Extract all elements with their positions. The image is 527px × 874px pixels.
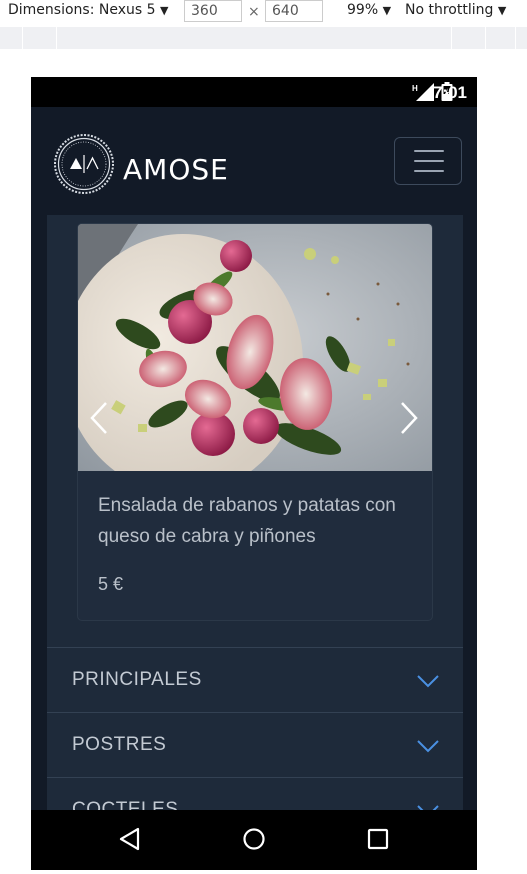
chevron-down-icon xyxy=(417,740,439,753)
chevron-right-icon xyxy=(401,402,418,434)
featured-dish-card[interactable]: Ensalada de rabanos y patatas con queso … xyxy=(77,223,433,621)
app-header: AMOSE xyxy=(31,107,477,217)
ruler-tick xyxy=(451,27,452,49)
height-input[interactable]: 640 xyxy=(265,0,323,22)
section-label: COCTELES xyxy=(72,799,179,810)
android-nav-bar xyxy=(31,810,477,870)
menu-sections: PRINCIPALES POSTRES COCTELES xyxy=(47,647,463,810)
ruler-tick xyxy=(22,27,23,49)
throttle-select[interactable]: No throttling ▼ xyxy=(405,2,506,18)
signal-icon: H xyxy=(412,83,434,101)
ruler-tick xyxy=(515,27,516,49)
hamburger-menu-button[interactable] xyxy=(394,137,462,185)
section-label: POSTRES xyxy=(72,734,167,755)
caret-down-icon: ▼ xyxy=(497,4,507,17)
ruler-tick xyxy=(485,27,486,49)
device-select-label: Dimensions: Nexus 5 xyxy=(8,2,156,18)
dish-photo xyxy=(78,224,432,471)
caret-down-icon: ▼ xyxy=(159,4,169,17)
app-screen: AMOSE Ensalada de rabanos y patatas con … xyxy=(31,107,477,810)
back-triangle-icon[interactable] xyxy=(118,827,142,851)
brand-name[interactable]: AMOSE xyxy=(123,153,229,186)
device-select[interactable]: Dimensions: Nexus 5 ▼ xyxy=(8,2,168,18)
times-sign: × xyxy=(248,4,260,20)
media-query-ruler[interactable] xyxy=(0,27,527,49)
ruler-tick xyxy=(56,27,57,49)
throttle-select-label: No throttling xyxy=(405,2,494,18)
dish-price: 5 € xyxy=(98,574,124,594)
section-postres[interactable]: POSTRES xyxy=(47,712,463,777)
section-cocteles[interactable]: COCTELES xyxy=(47,777,463,810)
devtools-toolbar: Dimensions: Nexus 5 ▼ 360 × 640 99% ▼ No… xyxy=(0,0,527,25)
home-circle-icon[interactable] xyxy=(242,827,266,851)
carousel-prev-button[interactable] xyxy=(88,401,112,435)
caret-down-icon: ▼ xyxy=(382,4,392,17)
status-time: 7:01 xyxy=(432,83,467,102)
network-type-letter: H xyxy=(412,84,418,93)
menu-content: Ensalada de rabanos y patatas con queso … xyxy=(47,215,463,810)
android-status-bar: H 7:01 xyxy=(31,77,477,107)
section-principales[interactable]: PRINCIPALES xyxy=(47,647,463,712)
section-label: PRINCIPALES xyxy=(72,669,202,690)
chevron-down-icon xyxy=(417,675,439,688)
width-input[interactable]: 360 xyxy=(184,0,242,22)
recents-square-icon[interactable] xyxy=(366,827,390,851)
carousel-next-button[interactable] xyxy=(396,401,420,435)
zoom-select[interactable]: 99% ▼ xyxy=(347,2,391,18)
zoom-select-label: 99% xyxy=(347,2,379,18)
brand-logo[interactable] xyxy=(53,133,115,195)
dish-name: Ensalada de rabanos y patatas con queso … xyxy=(98,495,396,547)
chevron-left-icon xyxy=(90,402,107,434)
